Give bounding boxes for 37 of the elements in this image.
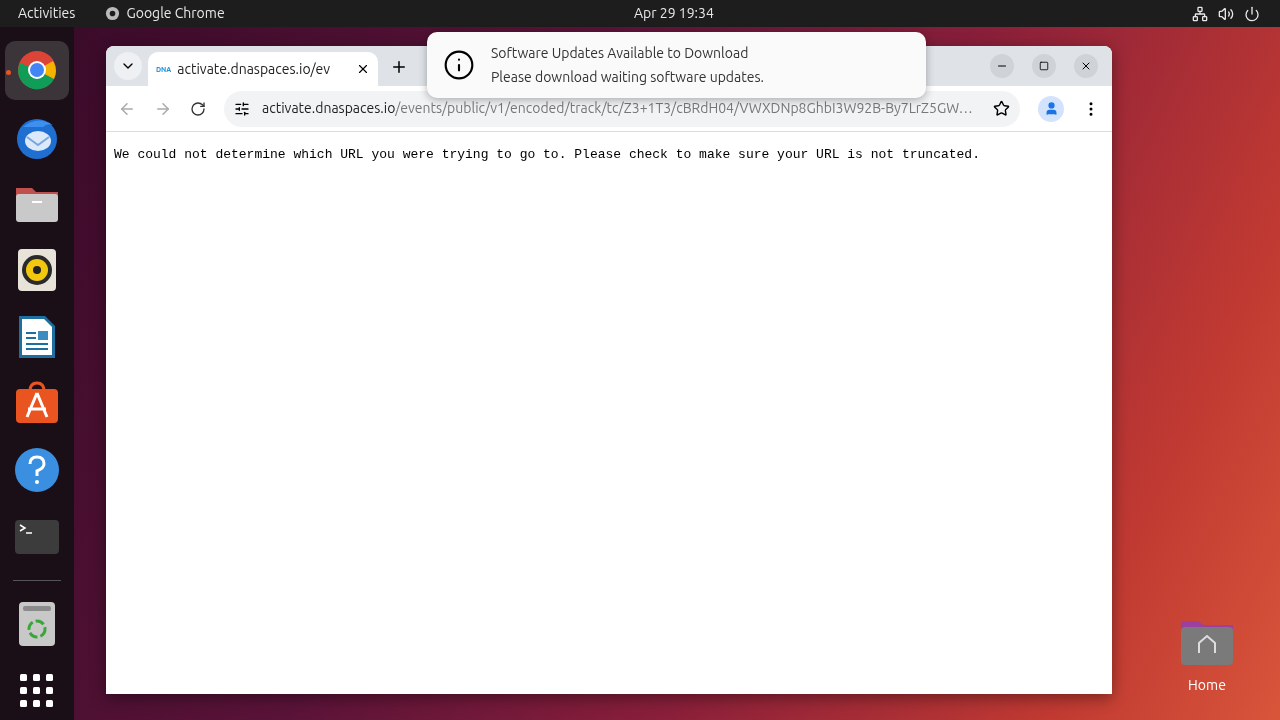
shopping-bag-icon [14,381,60,426]
browser-logo-icon [17,50,57,91]
new-tab-icon[interactable] [390,58,408,76]
person-icon [1043,101,1059,116]
app-icon [105,6,121,21]
close-icon [1080,60,1092,72]
url-text: activate.dnaspaces.io/events/public/v1/encoded/track/tc/Z3+1T3/cBRdH04/VWXDNp8GhbI3W92B-By7LrZ5GW… [262,99,974,118]
close-tab-icon[interactable] [356,62,370,76]
notification-banner[interactable]: Software Updates Available to Download Please download waiting software updates. [427,32,926,98]
bookmark-icon[interactable] [993,100,1010,117]
desktop-icon-label[interactable]: Home [1188,675,1226,696]
notification-body: Please download waiting software updates. [491,67,764,87]
volume-icon[interactable] [1218,5,1234,22]
speaker-icon [17,248,57,293]
terminal-icon [14,518,60,555]
document-icon [17,313,57,360]
site-info-icon[interactable] [234,100,250,117]
reload-icon[interactable] [190,100,206,117]
tab-list-button[interactable] [114,52,142,80]
trash-icon [18,601,56,648]
minimize-button[interactable] [990,54,1014,78]
maximize-button[interactable] [1032,54,1056,78]
clock[interactable]: Apr 29 19:34 [634,3,714,24]
help-icon [14,446,60,493]
app-menu[interactable]: Google Chrome [126,3,225,24]
dock-item[interactable] [5,41,69,100]
power-icon[interactable] [1244,5,1260,22]
activities-button[interactable]: Activities [18,3,76,24]
info-icon [443,49,475,81]
maximize-icon [1039,61,1049,71]
tab-title: activate.dnaspaces.io/ev [177,59,331,79]
profile-button[interactable] [1038,95,1064,122]
close-button[interactable] [1074,54,1098,78]
notification-title: Software Updates Available to Download [491,43,750,63]
error-message: We could not determine which URL you were trying to go to. Please check to make sure your URL is not truncated. [114,146,981,164]
network-icon[interactable] [1192,5,1208,22]
app-grid-icon [20,673,54,708]
